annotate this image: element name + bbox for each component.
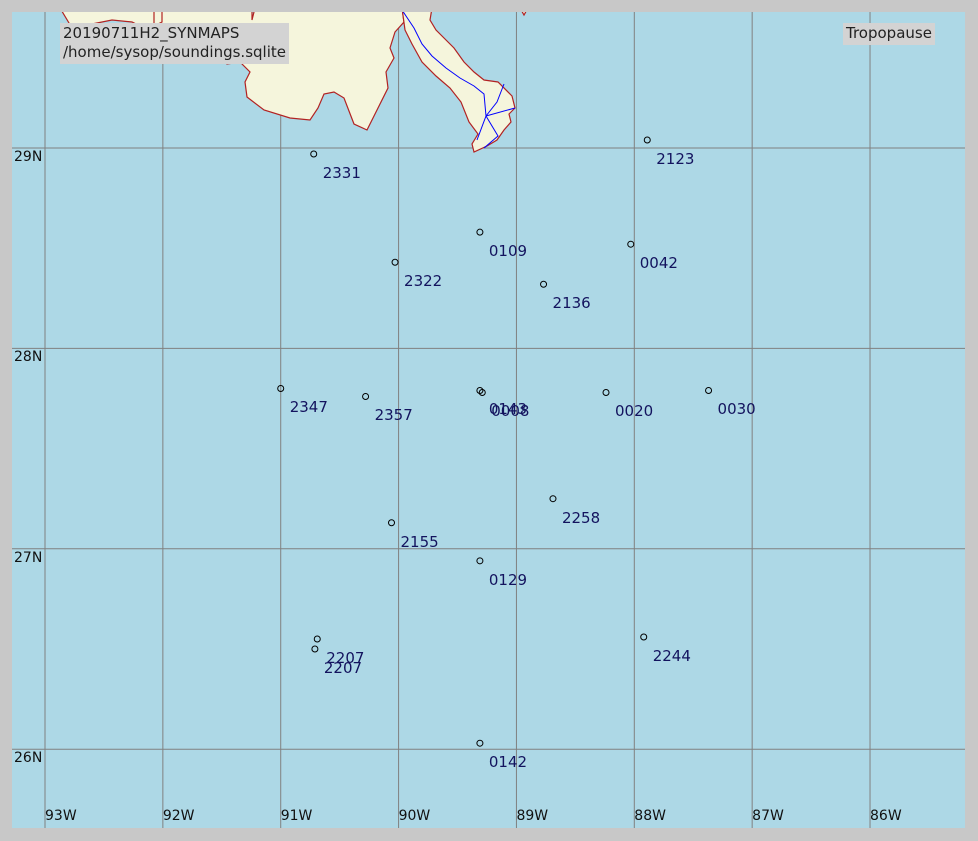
- mississippi-delta: [401, 12, 516, 153]
- longitude-label: 87W: [752, 808, 784, 824]
- station-label[interactable]: 2136: [553, 294, 591, 312]
- station-marker[interactable]: [476, 228, 484, 236]
- station-marker[interactable]: [391, 258, 399, 266]
- station-marker[interactable]: [476, 739, 484, 747]
- station-marker[interactable]: [627, 240, 635, 248]
- station-marker[interactable]: [310, 150, 318, 158]
- map-window: 29N 28N 27N 26N 93W 92W 91W 90W 89W 88W 87W 86W 23…: [0, 0, 978, 841]
- station-marker[interactable]: [643, 136, 651, 144]
- longitude-label: 91W: [280, 808, 313, 824]
- station-label[interactable]: 0109: [489, 242, 527, 260]
- station-marker[interactable]: [540, 280, 548, 288]
- station-label[interactable]: 0030: [718, 400, 756, 418]
- station-marker[interactable]: [311, 645, 319, 653]
- longitude-label: 90W: [398, 808, 431, 824]
- station-label[interactable]: 2123: [656, 150, 694, 168]
- station-label[interactable]: 0020: [615, 402, 653, 420]
- station-label[interactable]: 2155: [401, 533, 439, 551]
- longitude-label: 86W: [870, 808, 902, 824]
- station-marker[interactable]: [602, 388, 610, 396]
- station-marker[interactable]: [640, 633, 648, 641]
- station-label[interactable]: 2347: [290, 398, 328, 416]
- station-label[interactable]: 2331: [323, 164, 361, 182]
- map-svg: [12, 12, 965, 828]
- station-label[interactable]: 2207: [324, 659, 362, 677]
- dataset-info-box: 20190711H2_SYNMAPS /home/sysop/soundings…: [60, 23, 289, 64]
- station-marker[interactable]: [362, 392, 370, 400]
- station-label[interactable]: 0008: [491, 402, 529, 420]
- station-marker[interactable]: [705, 386, 713, 394]
- station-label[interactable]: 0142: [489, 753, 527, 771]
- latitude-label: 26N: [14, 750, 43, 767]
- longitude-label: 93W: [45, 808, 77, 824]
- coast-fragment-east: [521, 12, 527, 17]
- longitude-label: 88W: [634, 808, 666, 824]
- dataset-name: 20190711H2_SYNMAPS: [63, 24, 240, 42]
- database-path: /home/sysop/soundings.sqlite: [63, 43, 286, 61]
- station-label[interactable]: 0042: [640, 254, 678, 272]
- station-label[interactable]: 2258: [562, 509, 600, 527]
- station-marker[interactable]: [313, 635, 321, 643]
- map-canvas[interactable]: [12, 12, 965, 828]
- station-label[interactable]: 2357: [375, 406, 413, 424]
- longitude-label: 92W: [162, 808, 195, 824]
- station-label[interactable]: 0129: [489, 571, 527, 589]
- station-label[interactable]: 2244: [653, 647, 691, 665]
- latitude-label: 28N: [14, 349, 43, 366]
- station-marker[interactable]: [549, 495, 557, 503]
- latitude-label: 29N: [14, 149, 43, 165]
- longitude-label: 89W: [516, 808, 549, 824]
- station-marker[interactable]: [476, 557, 484, 565]
- station-marker[interactable]: [388, 519, 396, 527]
- level-label: Tropopause: [843, 23, 935, 45]
- station-label[interactable]: 2322: [404, 272, 442, 290]
- latitude-label: 27N: [14, 549, 43, 566]
